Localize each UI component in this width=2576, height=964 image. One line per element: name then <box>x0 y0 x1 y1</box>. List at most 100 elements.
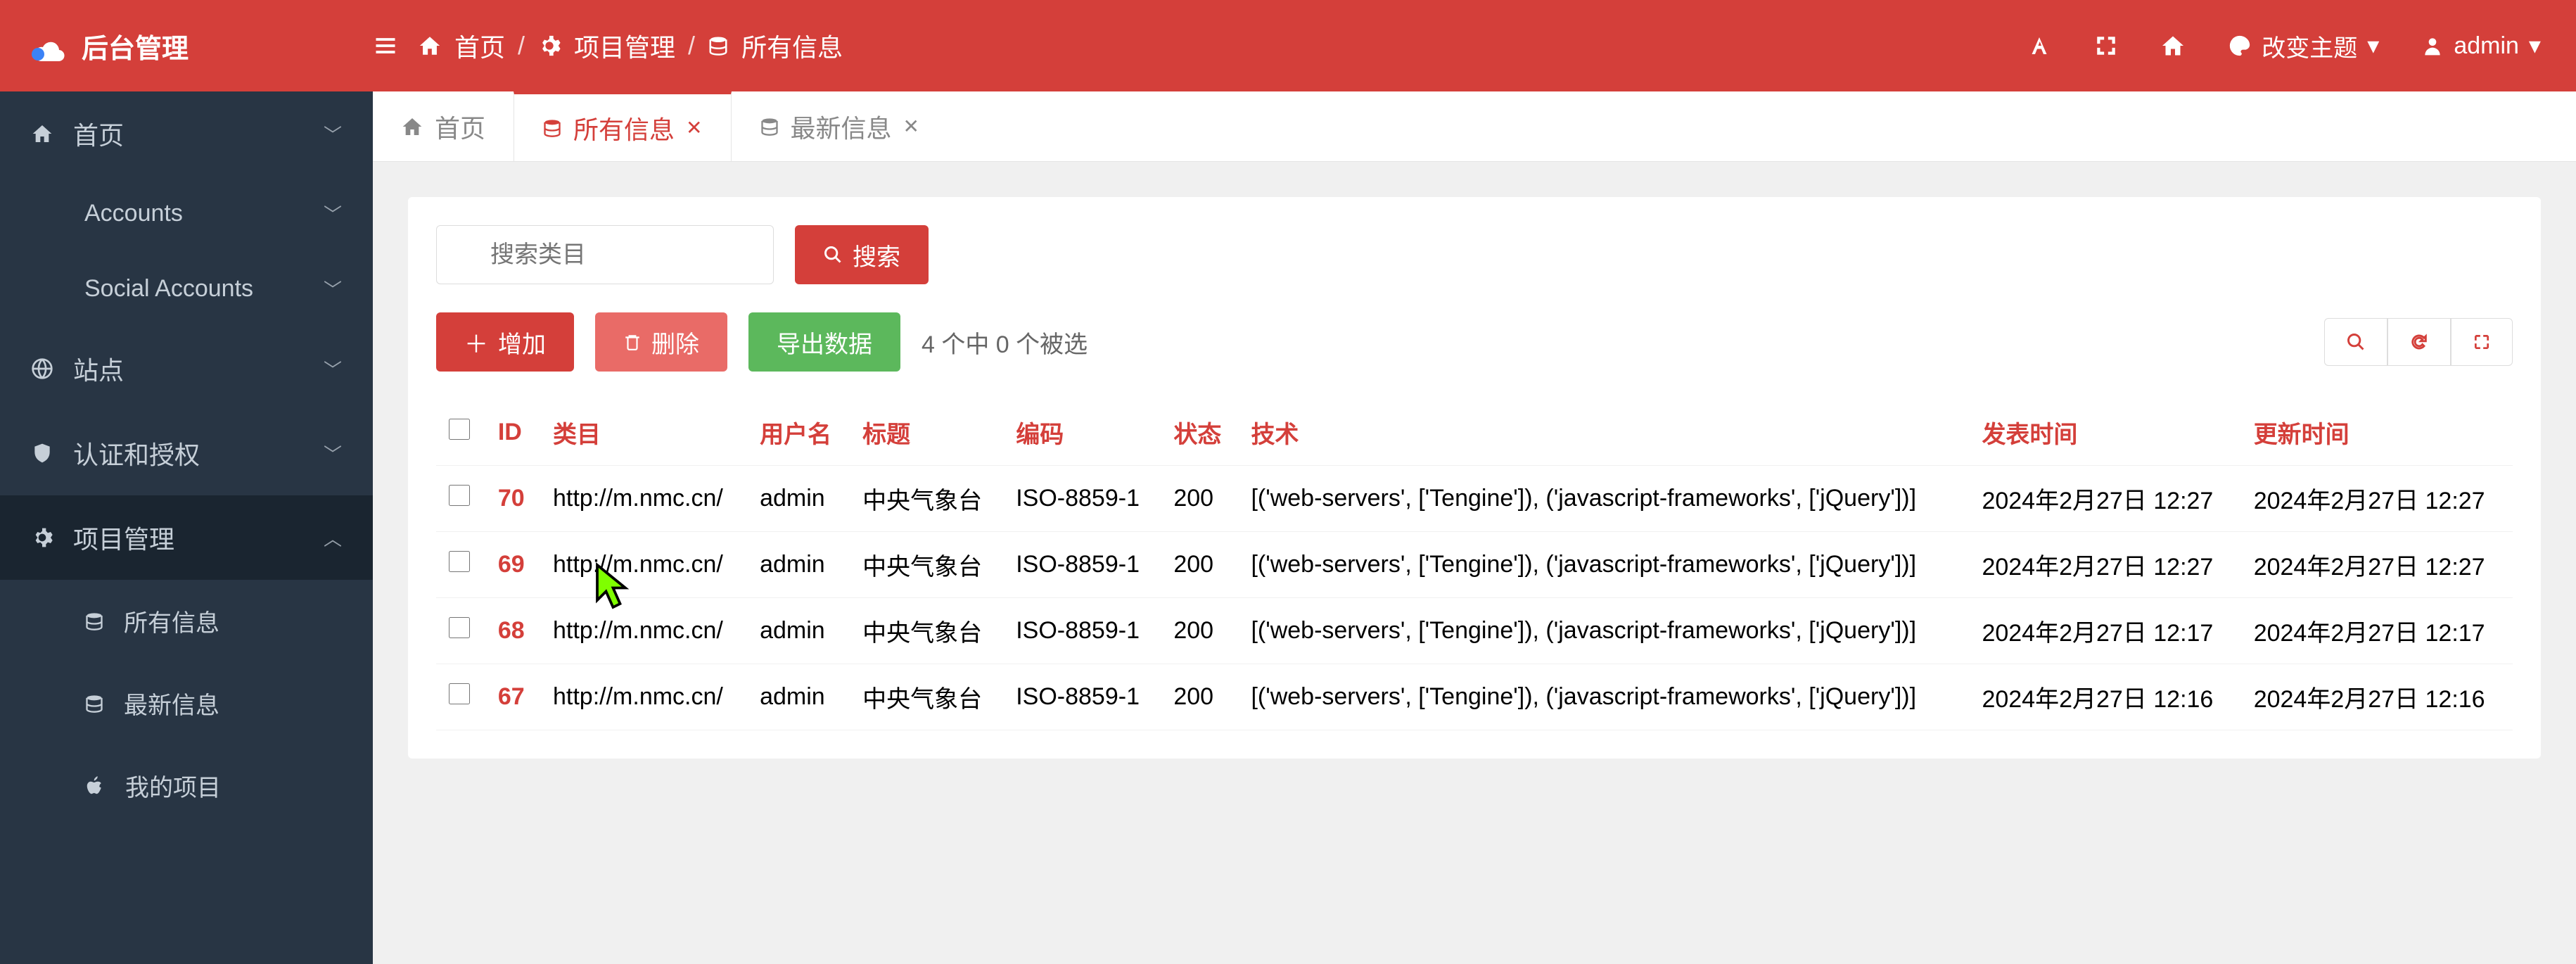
cell-status: 200 <box>1161 532 1238 598</box>
expand-button[interactable] <box>2451 318 2513 366</box>
column-header[interactable]: ID <box>485 400 540 466</box>
cell-id[interactable]: 68 <box>485 598 540 664</box>
breadcrumb-sep: / <box>688 31 695 61</box>
sidebar-item[interactable]: 项目管理 ︿ <box>0 495 373 580</box>
breadcrumb-sep: / <box>518 31 525 61</box>
row-checkbox[interactable] <box>449 617 470 638</box>
add-button[interactable]: ＋ 增加 <box>436 312 574 372</box>
row-checkbox[interactable] <box>449 683 470 704</box>
add-label: 增加 <box>498 325 546 360</box>
user-icon <box>2421 34 2444 57</box>
breadcrumb-item[interactable]: 首页 <box>454 27 505 64</box>
tab[interactable]: 首页 <box>373 91 514 161</box>
sidebar-label: 项目管理 <box>73 519 174 556</box>
theme-label: 改变主题 <box>2262 29 2357 63</box>
chevron-down-icon: ﹀ <box>324 276 342 302</box>
theme-dropdown[interactable]: 改变主题 ▾ <box>2228 29 2379 63</box>
column-header[interactable]: 状态 <box>1161 400 1238 466</box>
chevron-up-icon: ︿ <box>324 525 342 551</box>
cell-category[interactable]: http://m.nmc.cn/ <box>540 466 747 532</box>
cell-tech: [('web-servers', ['Tengine']), ('javascr… <box>1238 664 1969 730</box>
sidebar-label: 我的项目 <box>125 768 221 803</box>
close-icon[interactable]: ✕ <box>903 115 919 138</box>
row-checkbox[interactable] <box>449 551 470 572</box>
column-header[interactable]: 类目 <box>540 400 747 466</box>
cell-id[interactable]: 69 <box>485 532 540 598</box>
cell-title: 中央气象台 <box>850 598 1003 664</box>
breadcrumb-item[interactable]: 项目管理 <box>574 27 675 64</box>
home-icon[interactable] <box>2160 33 2186 58</box>
sidebar-item[interactable]: Accounts﹀ <box>0 176 373 251</box>
cell-status: 200 <box>1161 466 1238 532</box>
sidebar-item[interactable]: 所有信息 <box>0 580 373 662</box>
column-header[interactable]: 更新时间 <box>2241 400 2513 466</box>
sidebar-label: 所有信息 <box>124 604 219 638</box>
chevron-down-icon: ▾ <box>2367 32 2379 60</box>
cell-id[interactable]: 70 <box>485 466 540 532</box>
cell-encoding: ISO-8859-1 <box>1003 598 1161 664</box>
sidebar-item[interactable]: 最新信息 <box>0 662 373 744</box>
breadcrumb: 首页 / 项目管理 / 所有信息 <box>418 27 843 64</box>
menu-toggle-icon[interactable] <box>373 33 398 58</box>
search-button[interactable]: 搜索 <box>795 225 929 284</box>
cell-encoding: ISO-8859-1 <box>1003 466 1161 532</box>
user-dropdown[interactable]: admin ▾ <box>2421 32 2541 60</box>
cell-published: 2024年2月27日 12:17 <box>1969 598 2240 664</box>
breadcrumb-item[interactable]: 所有信息 <box>741 27 843 64</box>
export-button[interactable]: 导出数据 <box>748 312 900 372</box>
search-input[interactable] <box>436 225 774 284</box>
tab[interactable]: 最新信息✕ <box>732 91 948 161</box>
chevron-down-icon: ▾ <box>2529 32 2541 60</box>
shield-icon <box>31 442 53 464</box>
font-icon[interactable] <box>2027 33 2052 58</box>
select-all-checkbox[interactable] <box>449 419 470 440</box>
cell-updated: 2024年2月27日 12:27 <box>2241 466 2513 532</box>
column-header[interactable]: 编码 <box>1003 400 1161 466</box>
globe-icon <box>31 357 53 380</box>
trash-icon <box>623 333 642 351</box>
cell-category[interactable]: http://m.nmc.cn/ <box>540 598 747 664</box>
tab-label: 所有信息 <box>573 110 675 146</box>
chevron-down-icon: ﹀ <box>324 440 342 467</box>
sidebar-item[interactable]: 站点﹀ <box>0 326 373 411</box>
export-label: 导出数据 <box>777 325 872 360</box>
cell-user: admin <box>747 532 850 598</box>
tab[interactable]: 所有信息 ✕ <box>514 91 731 161</box>
header: 后台管理 首页 / 项目管理 / 所有信息 改变主题 ▾ admin ▾ <box>0 0 2576 91</box>
column-header[interactable]: 标题 <box>850 400 1003 466</box>
gear-icon <box>537 34 561 58</box>
cell-tech: [('web-servers', ['Tengine']), ('javascr… <box>1238 598 1969 664</box>
sidebar-item[interactable]: 我的项目 <box>0 744 373 827</box>
sidebar-item[interactable]: Social Accounts ﹀ <box>0 251 373 326</box>
gear-icon <box>31 526 53 549</box>
refresh-button[interactable] <box>2387 318 2451 366</box>
db-icon <box>760 115 779 138</box>
cell-category[interactable]: http://m.nmc.cn/ <box>540 664 747 730</box>
sidebar-label: Social Accounts <box>84 275 253 303</box>
cell-category[interactable]: http://m.nmc.cn/ <box>540 532 747 598</box>
cell-updated: 2024年2月27日 12:27 <box>2241 532 2513 598</box>
home-icon[interactable] <box>418 34 442 58</box>
row-checkbox[interactable] <box>449 485 470 506</box>
column-header[interactable]: 技术 <box>1238 400 1969 466</box>
fullscreen-icon[interactable] <box>2094 34 2118 58</box>
db-icon <box>84 692 104 715</box>
cell-published: 2024年2月27日 12:27 <box>1969 466 2240 532</box>
cell-tech: [('web-servers', ['Tengine']), ('javascr… <box>1238 532 1969 598</box>
chevron-down-icon: ﹀ <box>324 356 342 382</box>
database-icon <box>708 34 729 58</box>
column-header[interactable]: 发表时间 <box>1969 400 2240 466</box>
search-tool-button[interactable] <box>2324 318 2387 366</box>
chevron-down-icon: ﹀ <box>324 121 342 147</box>
sidebar-item[interactable]: 首页﹀ <box>0 91 373 176</box>
delete-button[interactable]: 删除 <box>595 312 727 372</box>
cell-id[interactable]: 67 <box>485 664 540 730</box>
column-header[interactable]: 用户名 <box>747 400 850 466</box>
home-icon <box>401 115 423 138</box>
sidebar-item[interactable]: 认证和授权﹀ <box>0 411 373 495</box>
cell-title: 中央气象台 <box>850 466 1003 532</box>
apple-icon <box>84 774 106 798</box>
plus-icon: ＋ <box>464 325 488 360</box>
close-icon[interactable]: ✕ <box>686 116 702 139</box>
logo-area[interactable]: 后台管理 <box>0 27 373 65</box>
